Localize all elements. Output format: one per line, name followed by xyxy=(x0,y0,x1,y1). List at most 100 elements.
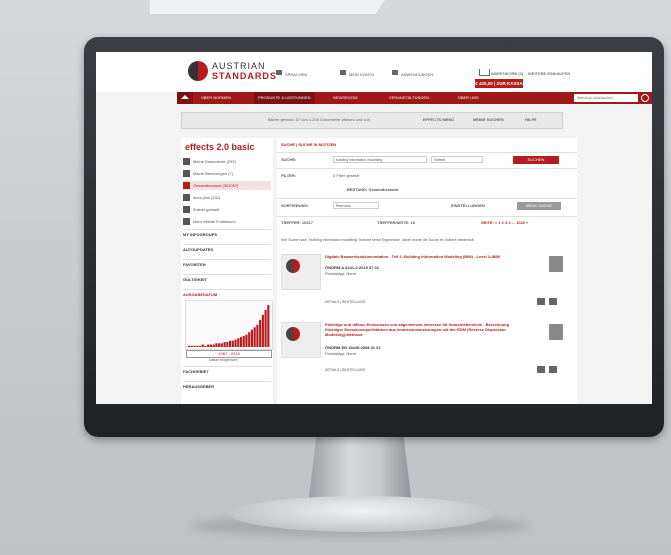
date-range-field[interactable]: 1987 - 2016 xyxy=(186,350,272,358)
result-links[interactable]: DETAILS | BESTELLUNG xyxy=(325,300,365,304)
sidebar-item-neuerungen[interactable]: Meine Neuerungen (7) xyxy=(183,169,271,178)
usage-strip: Bisher genutzt: 57 von 1.200 Dokumente (… xyxy=(181,112,563,129)
histogram-bar xyxy=(193,345,196,347)
cart-icon[interactable] xyxy=(549,366,557,373)
histogram-bar xyxy=(188,345,191,347)
more-icon xyxy=(183,218,190,226)
filter-row: FILTER: 0 Filter gesetzt BESTAND: Gesamt… xyxy=(277,168,577,197)
header-link-anwendungen[interactable]: ANWENDUNGEN xyxy=(401,72,433,77)
search-label: SUCHE: xyxy=(281,157,297,162)
nav-item-normen[interactable]: ÜBER NORMEN xyxy=(201,92,231,104)
nav-item-newsroom[interactable]: NEWSROOM xyxy=(333,92,357,104)
sidebar-item-meine-dokumente[interactable]: Meine Dokumente (292) xyxy=(183,157,271,166)
checkout-button[interactable]: € 420,00 | ZUR KASSA xyxy=(475,79,523,88)
sidebar-section-favoriten[interactable]: FAVORITEN xyxy=(183,259,271,270)
cart-icon[interactable] xyxy=(549,298,557,305)
settings-link[interactable]: EINSTELLUNGEN xyxy=(451,203,485,208)
effects-sidebar: effects 2.0 basic Meine Dokumente (292) … xyxy=(181,138,273,404)
sidebar-item-label: Gesamtbestand (301057) xyxy=(193,183,239,188)
nav-item-ueber-uns[interactable]: ÜBER UNS xyxy=(458,92,479,104)
monitor-stand-base xyxy=(230,496,494,532)
search-icon[interactable] xyxy=(641,94,649,102)
histogram-bar xyxy=(198,345,202,347)
document-icon[interactable] xyxy=(549,324,563,340)
sidebar-item-mehr-funktionen[interactable]: Mehr effects Funktionen xyxy=(183,217,271,226)
logo-text-austrian[interactable]: AUSTRIAN xyxy=(212,61,266,71)
main-nav: ÜBER NORMEN PRODUKTE & LEISTUNGEN NEWSRO… xyxy=(177,92,652,104)
search-scope-select[interactable]: Volltext xyxy=(431,156,483,163)
help-link[interactable]: HILFE xyxy=(525,117,537,122)
usage-text: Bisher genutzt: 57 von 1.200 Dokumente (… xyxy=(268,117,371,122)
result-title[interactable]: Digitale Bauwerksdokumentation - Teil 2:… xyxy=(325,254,525,259)
document-icon[interactable] xyxy=(549,256,563,272)
continue-shopping-link[interactable]: WEITERE EINKAUFEN xyxy=(528,71,570,76)
histogram-bar xyxy=(239,337,243,347)
sidebar-section-fachgebiet[interactable]: FACHGEBIET xyxy=(183,366,271,377)
histogram-bar xyxy=(264,309,267,347)
header-link-sprachen[interactable]: SPRACHEN xyxy=(285,72,307,77)
sidebar-section-gueltigkeit[interactable]: GÜLTIGKEIT xyxy=(183,274,271,285)
filter-value[interactable]: 0 Filter gesetzt xyxy=(333,173,359,178)
language-icon xyxy=(276,70,282,75)
favorite-icon[interactable] xyxy=(537,298,545,305)
effects-menu-link[interactable]: EFFECTS MENÜ xyxy=(423,117,454,122)
result-title[interactable]: Flüchtige und diffuse Emissionen von all… xyxy=(325,322,525,337)
monitor-screen: AUSTRIAN STANDARDS SPRACHEN MEIN KONTO A… xyxy=(96,52,652,404)
result-links[interactable]: DETAILS | BESTELLUNG xyxy=(325,368,365,372)
histogram-bar xyxy=(267,305,270,347)
sidebar-item-zuletzt-gekauft[interactable]: Zuletzt gekauft xyxy=(183,205,271,214)
publication-date-histogram xyxy=(185,300,273,350)
pagination[interactable]: SEITE: « 1 2 3 4 ... 1022 » xyxy=(481,220,528,225)
sort-label: SORTIERUNG: xyxy=(281,203,309,208)
sidebar-section-ausgabedatum[interactable]: AUSGABEDATUM xyxy=(183,289,271,300)
breadcrumb[interactable]: SUCHE | SUCHE IN NOTIZEN xyxy=(281,142,336,147)
cart-icon[interactable] xyxy=(479,69,490,76)
hits-per-page-select[interactable]: TREFFER/SEITE: 10 xyxy=(377,220,415,225)
cart-label[interactable]: WARENKORB (4) xyxy=(491,71,523,76)
result-thumbnail[interactable] xyxy=(281,254,321,290)
new-search-button[interactable]: NEUE SUCHE xyxy=(517,202,561,210)
site-header: AUSTRIAN STANDARDS SPRACHEN MEIN KONTO A… xyxy=(96,52,652,92)
histogram-bar xyxy=(201,344,204,347)
sidebar-item-docs-plus[interactable]: docs plus (232) xyxy=(183,193,271,202)
histogram-bar xyxy=(234,339,237,347)
favorite-icon[interactable] xyxy=(537,366,545,373)
header-link-mein-konto[interactable]: MEIN KONTO xyxy=(349,72,374,77)
sidebar-section-herausgeber[interactable]: HERAUSGEBER xyxy=(183,381,271,392)
search-input[interactable]: building information modelling xyxy=(333,156,427,163)
result-thumbnail[interactable] xyxy=(281,322,321,358)
sidebar-item-label: docs plus (232) xyxy=(193,195,221,200)
histogram-bar xyxy=(223,342,226,347)
hit-count: TREFFER: 10217 xyxy=(281,220,314,225)
sidebar-section-autoupdates[interactable]: AUTOUPDATES xyxy=(183,244,271,255)
document-icon xyxy=(183,158,190,166)
webshop-search-input[interactable]: Webshop durchsuchen xyxy=(574,94,638,102)
result-item[interactable]: Flüchtige und diffuse Emissionen von all… xyxy=(277,318,577,380)
histogram-bar xyxy=(248,332,251,347)
histogram-bar xyxy=(220,343,223,347)
sidebar-item-label: Meine Neuerungen (7) xyxy=(193,171,234,176)
histogram-bar xyxy=(212,344,215,347)
home-icon[interactable] xyxy=(177,92,193,104)
background-notch xyxy=(150,0,385,14)
sort-select[interactable]: Relevanz xyxy=(333,202,379,209)
nav-item-veranstaltungen[interactable]: VERANSTALTUNGEN xyxy=(389,92,429,104)
histogram-bar xyxy=(215,343,218,347)
lock-icon xyxy=(340,70,346,75)
histogram-bar xyxy=(229,340,232,347)
result-item[interactable]: Digitale Bauwerksdokumentation - Teil 2:… xyxy=(277,250,577,312)
paging-row: TREFFER: 10217 TREFFER/SEITE: 10 SEITE: … xyxy=(277,216,577,229)
my-searches-link[interactable]: MEINE SUCHEN xyxy=(473,117,504,122)
sort-row: SORTIERUNG: Relevanz EINSTELLUNGEN NEUE … xyxy=(277,198,577,213)
result-norm-number: ÖNORM A 6241-2:2015 07 01 xyxy=(325,265,379,270)
lock-icon xyxy=(392,70,398,75)
database-icon xyxy=(183,182,190,190)
search-button[interactable]: SUCHEN xyxy=(513,156,559,164)
sidebar-item-gesamtbestand[interactable]: Gesamtbestand (301057) xyxy=(183,181,271,190)
austrian-standards-logo-icon[interactable] xyxy=(188,61,208,81)
sidebar-section-infogroups[interactable]: MY INFOGROUPS xyxy=(183,229,271,240)
nav-item-produkte[interactable]: PRODUKTE & LEISTUNGEN xyxy=(254,92,315,104)
histogram-bar xyxy=(204,345,207,347)
histogram-bar xyxy=(237,338,240,347)
logo-text-standards[interactable]: STANDARDS xyxy=(212,71,277,81)
